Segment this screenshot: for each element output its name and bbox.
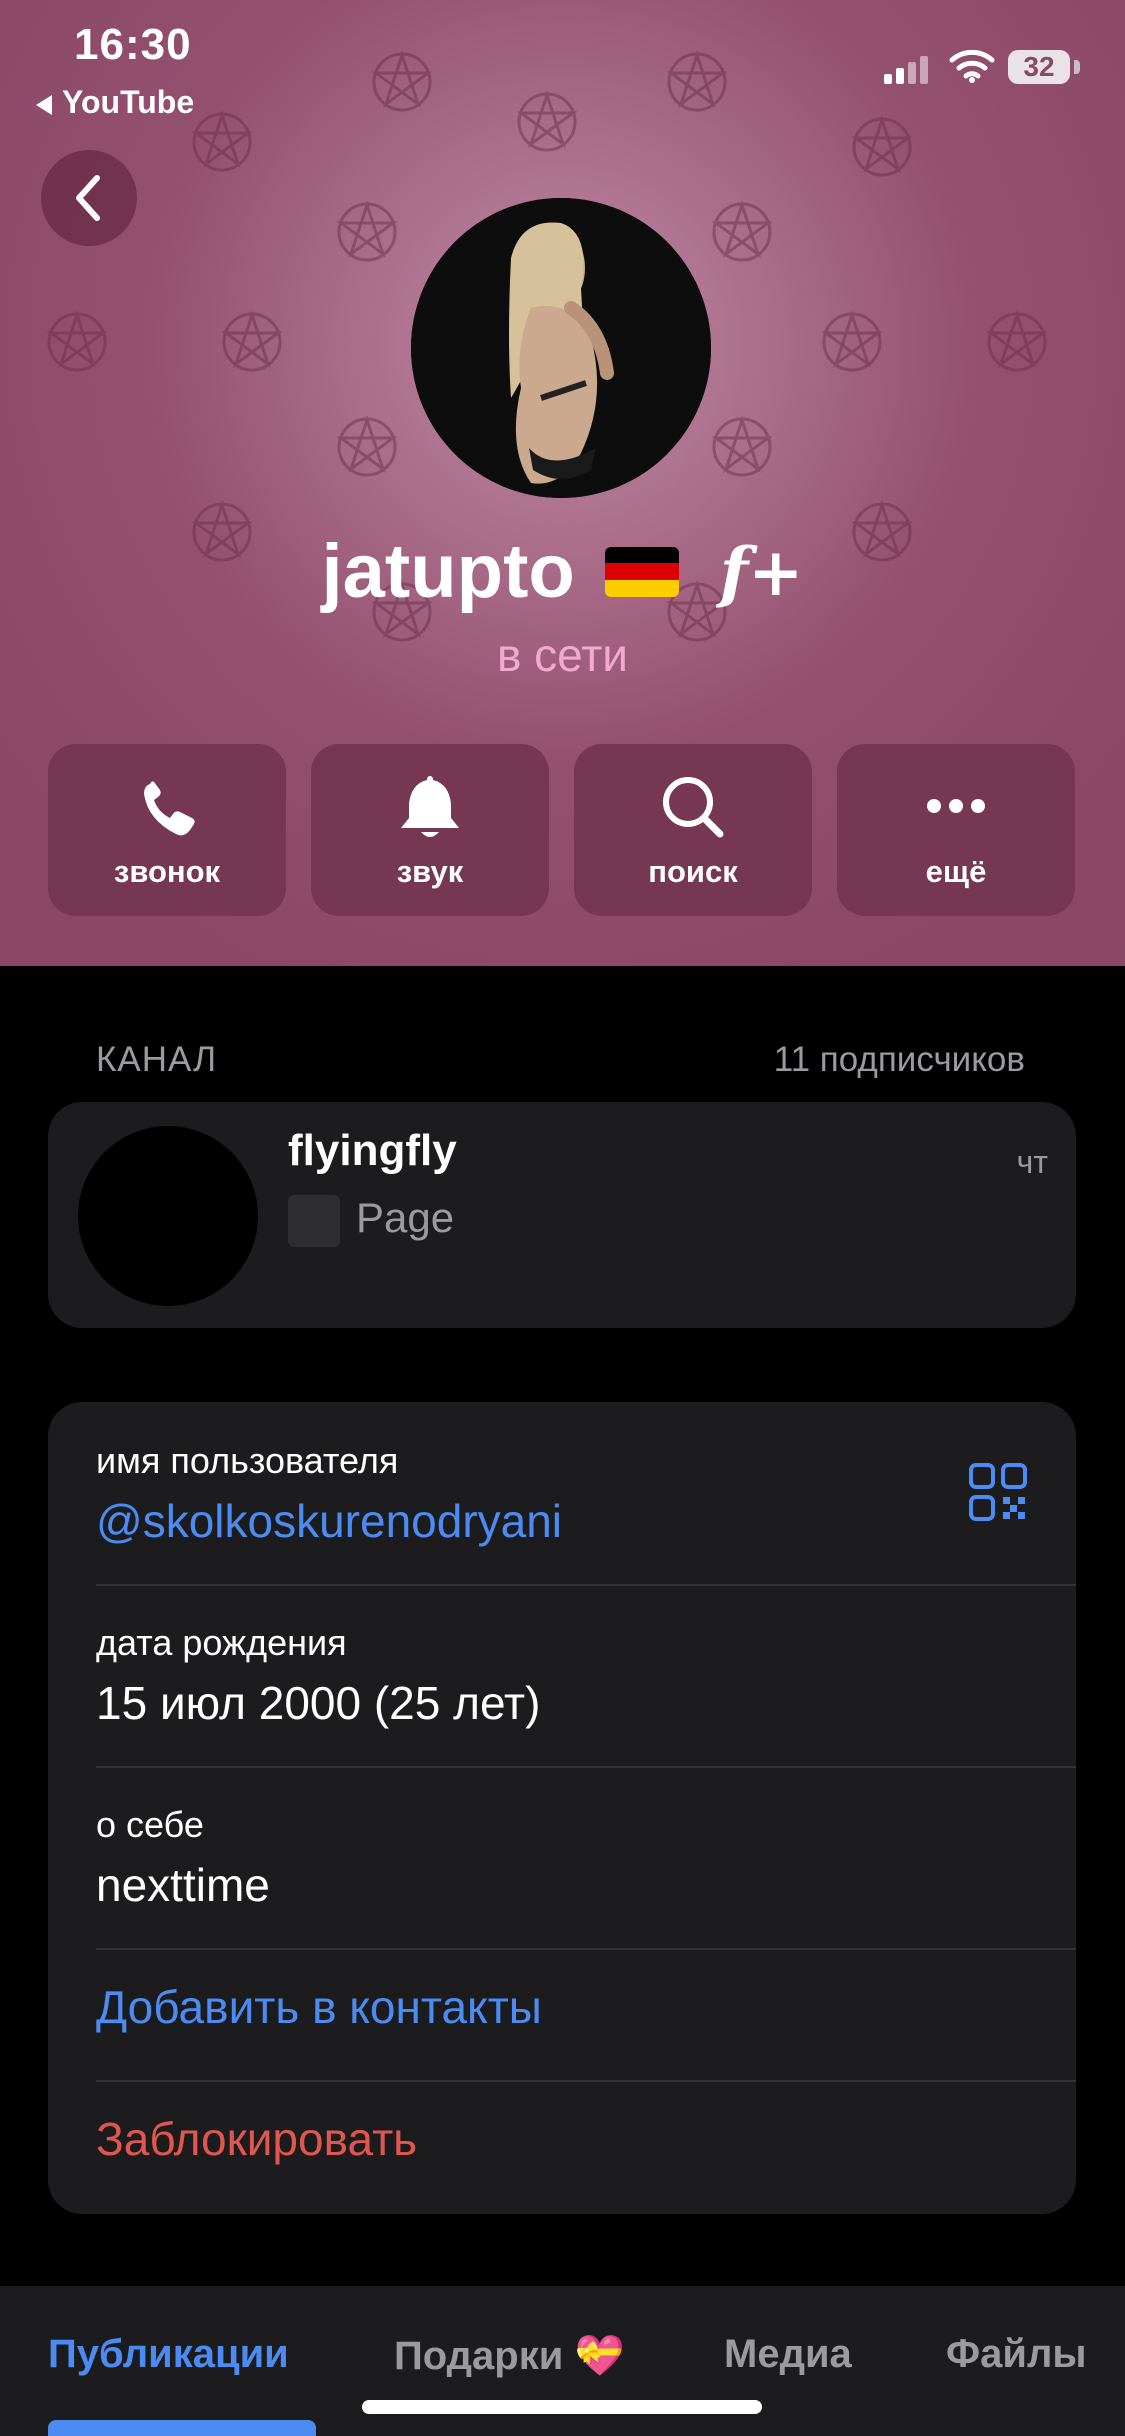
search-button[interactable]: поиск [574, 744, 812, 916]
qr-code-icon[interactable] [968, 1462, 1028, 1522]
channel-card[interactable]: flyingfly Page чт [48, 1102, 1076, 1328]
channel-last-message: Page [288, 1194, 454, 1247]
birthday-label: дата рождения [96, 1622, 347, 1663]
username-label: имя пользователя [96, 1440, 399, 1481]
back-button[interactable] [41, 150, 137, 246]
pentagram-pattern-icon [710, 200, 774, 264]
bio-value: nexttime [96, 1859, 270, 1911]
battery-tip [1074, 60, 1080, 74]
sound-button[interactable]: звук [311, 744, 549, 916]
profile-name-row: jatupto f+ [0, 528, 1125, 615]
premium-badge-icon[interactable]: f+ [720, 533, 804, 611]
status-time: 16:30 [74, 20, 192, 69]
birthday-value: 15 июл 2000 (25 лет) [96, 1677, 541, 1729]
bio-row: о себе nexttime [96, 1804, 1076, 1912]
avatar-photo [411, 198, 711, 498]
message-thumbnail [288, 1194, 340, 1247]
channel-last-message-text: Page [356, 1194, 455, 1241]
divider [96, 1766, 1076, 1768]
divider [96, 2080, 1076, 2082]
back-to-app-link[interactable]: YouTube [36, 84, 194, 121]
pentagram-pattern-icon [850, 115, 914, 179]
home-indicator[interactable] [362, 2400, 762, 2414]
username-row[interactable]: имя пользователя @skolkoskurenodryani [96, 1440, 1076, 1548]
pentagram-pattern-icon [515, 90, 579, 154]
bio-label: о себе [96, 1804, 204, 1845]
tab-posts[interactable]: Публикации [48, 2332, 289, 2377]
divider [96, 1948, 1076, 1950]
tab-files[interactable]: Файлы [946, 2332, 1087, 2377]
online-status: в сети [496, 629, 629, 681]
germany-flag-icon [605, 546, 680, 597]
pentagram-pattern-icon [985, 310, 1049, 374]
bell-icon [401, 776, 459, 837]
pentagram-pattern-icon [370, 50, 434, 114]
tab-gifts[interactable]: Подарки 💝 [394, 2332, 624, 2379]
channel-name: flyingfly [288, 1126, 457, 1175]
channel-section-title: КАНАЛ [96, 1040, 218, 1079]
pentagram-pattern-icon [820, 310, 884, 374]
pentagram-pattern-icon [220, 310, 284, 374]
wifi-icon [949, 49, 995, 83]
chevron-left-icon [76, 175, 100, 221]
channel-last-message-day: чт [1016, 1144, 1048, 1180]
sound-label: звук [396, 854, 464, 889]
profile-name: jatupto [321, 529, 575, 614]
tab-media[interactable]: Медиа [724, 2332, 852, 2377]
pentagram-pattern-icon [190, 110, 254, 174]
channel-avatar [78, 1126, 258, 1306]
more-icon [927, 799, 985, 813]
add-to-contacts-button[interactable]: Добавить в контакты [96, 1980, 1076, 2034]
battery-indicator: 32 [1008, 50, 1070, 84]
profile-header: 16:30 YouTube 32 jatupto f+ в сети звоно… [0, 0, 1125, 966]
pentagram-pattern-icon [665, 50, 729, 114]
more-button[interactable]: ещё [837, 744, 1075, 916]
search-icon [663, 777, 724, 838]
phone-icon [144, 781, 195, 836]
birthday-row: дата рождения 15 июл 2000 (25 лет) [96, 1622, 1076, 1730]
active-tab-indicator [48, 2420, 316, 2436]
profile-avatar[interactable] [411, 198, 711, 498]
pentagram-pattern-icon [45, 310, 109, 374]
block-user-button[interactable]: Заблокировать [96, 2112, 1076, 2166]
pentagram-pattern-icon [335, 415, 399, 479]
pentagram-pattern-icon [335, 200, 399, 264]
pentagram-pattern-icon [710, 415, 774, 479]
call-button[interactable]: звонок [48, 744, 286, 916]
back-app-label: YouTube [62, 84, 195, 120]
divider [96, 1584, 1076, 1586]
call-label: звонок [113, 854, 221, 889]
cellular-signal-icon [884, 56, 928, 84]
channel-subscriber-count: 11 подписчиков [773, 1040, 1025, 1079]
search-label: поиск [648, 854, 738, 889]
username-value[interactable]: @skolkoskurenodryani [96, 1494, 1076, 1548]
back-triangle-icon [36, 94, 52, 115]
profile-info-card: имя пользователя @skolkoskurenodryani да… [48, 1402, 1076, 2214]
more-label: ещё [925, 854, 987, 889]
